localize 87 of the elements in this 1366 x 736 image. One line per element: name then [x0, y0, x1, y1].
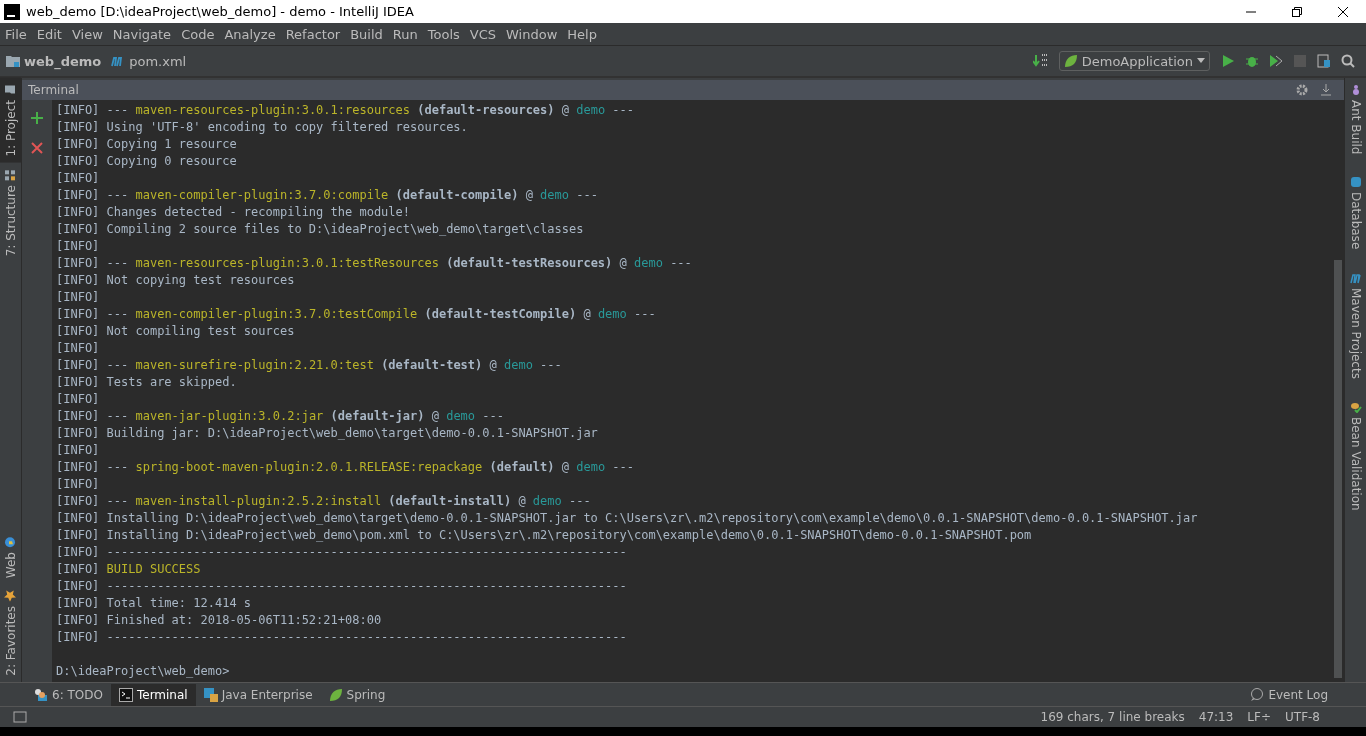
- tool-window-tab[interactable]: 2: Favorites: [0, 584, 21, 682]
- panel-title: Terminal: [28, 83, 80, 97]
- globe-icon: [4, 536, 17, 549]
- menu-item[interactable]: Edit: [31, 26, 67, 42]
- speech-bubble-icon: [1250, 687, 1265, 702]
- menu-item[interactable]: Code: [176, 26, 220, 42]
- tool-window-tab[interactable]: Spring: [320, 683, 394, 706]
- menu-item[interactable]: Window: [501, 26, 563, 42]
- bean-check-icon: [1349, 400, 1362, 413]
- tool-window-tab[interactable]: Java Enterprise: [195, 683, 321, 706]
- menu-item[interactable]: Help: [562, 26, 602, 42]
- tool-window-tab[interactable]: Ant Build: [1345, 78, 1366, 161]
- terminal-line: [INFO] Copying 0 resource: [56, 154, 237, 168]
- terminal-line: [INFO] --- maven-resources-plugin:3.0.1:testResources (default-testResources) @ demo ---: [56, 256, 692, 270]
- java-enterprise-icon: [203, 687, 218, 702]
- breadcrumb[interactable]: web_demo: [6, 53, 102, 69]
- menu-item[interactable]: View: [66, 26, 108, 42]
- menu-item[interactable]: Tools: [422, 26, 465, 42]
- terminal-line: [INFO] Finished at: 2018-05-06T11:52:21+08:00: [56, 613, 382, 627]
- terminal-line: [INFO] --- maven-install-plugin:2.5.2:install (default-install) @ demo ---: [56, 494, 591, 508]
- terminal-line: [INFO] --- maven-compiler-plugin:3.7.0:compile (default-compile) @ demo ---: [56, 188, 598, 202]
- maven-icon: [1349, 271, 1362, 284]
- terminal-line: [INFO] Not copying test resources: [56, 273, 295, 287]
- menu-item[interactable]: Refactor: [280, 26, 346, 42]
- tool-window-tab[interactable]: Maven Projects: [1345, 265, 1366, 385]
- terminal-line: [INFO] Total time: 12.414 s: [56, 596, 252, 610]
- tool-window-tab[interactable]: 1: Project: [0, 78, 21, 163]
- terminal-line: [INFO] Installing D:\ideaProject\web_demo\pom.xml to C:\Users\zr\.m2\repository\com\example\demo\0.0.1-SNAPSHOT\demo-0.0.1-SNAPSHOT.pom: [56, 528, 1032, 542]
- terminal-line: [INFO] Installing D:\ideaProject\web_demo\target\demo-0.0.1-SNAPSHOT.jar to C:\Users\zr\.m2\repository\com\example\demo\0.0.1-SNAPSHOT\demo-0.0.1-SNAPSHOT.jar: [56, 511, 1198, 525]
- terminal-line: [INFO] Changes detected - recompiling the module!: [56, 205, 410, 219]
- terminal-line: [INFO]: [56, 171, 100, 185]
- run-config-dropdown[interactable]: DemoApplication: [1058, 51, 1210, 71]
- database-icon: [1349, 176, 1362, 189]
- breadcrumb[interactable]: pom.xml: [111, 53, 187, 69]
- terminal-line: [INFO] Building jar: D:\ideaProject\web_demo\target\demo-0.0.1-SNAPSHOT.jar: [56, 426, 598, 440]
- terminal-line: [INFO] Using 'UTF-8' encoding to copy filtered resources.: [56, 120, 468, 134]
- terminal-line: [INFO]: [56, 290, 100, 304]
- status-text: LF÷: [1247, 710, 1271, 724]
- tool-window-tab[interactable]: 7: Structure: [0, 162, 21, 262]
- menu-item[interactable]: Build: [345, 26, 388, 42]
- tool-window-tab[interactable]: Database: [1345, 170, 1366, 256]
- terminal-line: [INFO] ------------------------------------------------------------------------: [56, 579, 627, 593]
- status-text: 47:13: [1198, 710, 1234, 724]
- window-title: web_demo [D:\ideaProject\web_demo] - demo - IntelliJ IDEA: [25, 4, 415, 19]
- app-logo-icon: [4, 3, 20, 20]
- menu-item[interactable]: Navigate: [107, 26, 177, 42]
- menu-item[interactable]: Run: [387, 26, 423, 42]
- terminal-line: [INFO] Not compiling test sources: [56, 324, 295, 338]
- terminal-line: [INFO]: [56, 239, 100, 253]
- terminal-icon: [118, 687, 133, 702]
- scrollbar-thumb[interactable]: [1334, 260, 1342, 678]
- terminal-line: [INFO] ------------------------------------------------------------------------: [56, 630, 627, 644]
- terminal-line: [INFO] --- spring-boot-maven-plugin:2.0.1.RELEASE:repackage (default) @ demo ---: [56, 460, 634, 474]
- leaf-icon: [328, 687, 343, 702]
- terminal-line: [INFO] BUILD SUCCESS: [56, 562, 201, 576]
- restore-icon: [1291, 5, 1303, 18]
- terminal-line: [INFO]: [56, 443, 100, 457]
- tool-window-tab[interactable]: Web: [0, 530, 21, 585]
- close-icon: [1337, 5, 1349, 18]
- folder-icon: [6, 55, 20, 67]
- terminal-line: [INFO] Copying 1 resource: [56, 137, 237, 151]
- star-icon: [4, 590, 17, 603]
- menu-item[interactable]: File: [0, 26, 32, 42]
- terminal-line: [INFO] --- maven-resources-plugin:3.0.1:resources (default-resources) @ demo ---: [56, 103, 635, 117]
- terminal-line: [INFO] Compiling 2 source files to D:\ideaProject\web_demo\target\classes: [56, 222, 584, 236]
- terminal-line: [INFO] --- maven-compiler-plugin:3.7.0:testCompile (default-testCompile) @ demo ---: [56, 307, 656, 321]
- tool-window-tab[interactable]: Terminal: [110, 683, 196, 706]
- tool-window-tab[interactable]: 6: TODO: [26, 683, 111, 706]
- event-log-button[interactable]: Event Log: [1244, 686, 1334, 703]
- terminal-line: [INFO]: [56, 341, 100, 355]
- folder-icon: [4, 84, 17, 96]
- status-text: 169 chars, 7 line breaks: [1040, 710, 1185, 724]
- terminal-line: [INFO] Tests are skipped.: [56, 375, 237, 389]
- terminal-line: [INFO] --- maven-surefire-plugin:2.21.0:test (default-test) @ demo ---: [56, 358, 562, 372]
- tool-window-tab[interactable]: Bean Validation: [1345, 394, 1366, 517]
- terminal-line: [INFO] --- maven-jar-plugin:3.0.2:jar (default-jar) @ demo ---: [56, 409, 504, 423]
- leaf-icon: [1063, 54, 1078, 68]
- terminal-line: [INFO]: [56, 477, 100, 491]
- terminal-line: [INFO]: [56, 392, 100, 406]
- terminal-line: [INFO] ------------------------------------------------------------------------: [56, 545, 627, 559]
- structure-icon: [4, 168, 17, 181]
- menu-item[interactable]: Analyze: [219, 26, 281, 42]
- status-text: UTF-8: [1285, 710, 1320, 724]
- caret-icon: [1197, 58, 1205, 64]
- todo-icon: [34, 687, 48, 702]
- terminal-prompt: D:\ideaProject\web_demo>: [56, 663, 231, 680]
- menu-item[interactable]: VCS: [464, 26, 502, 42]
